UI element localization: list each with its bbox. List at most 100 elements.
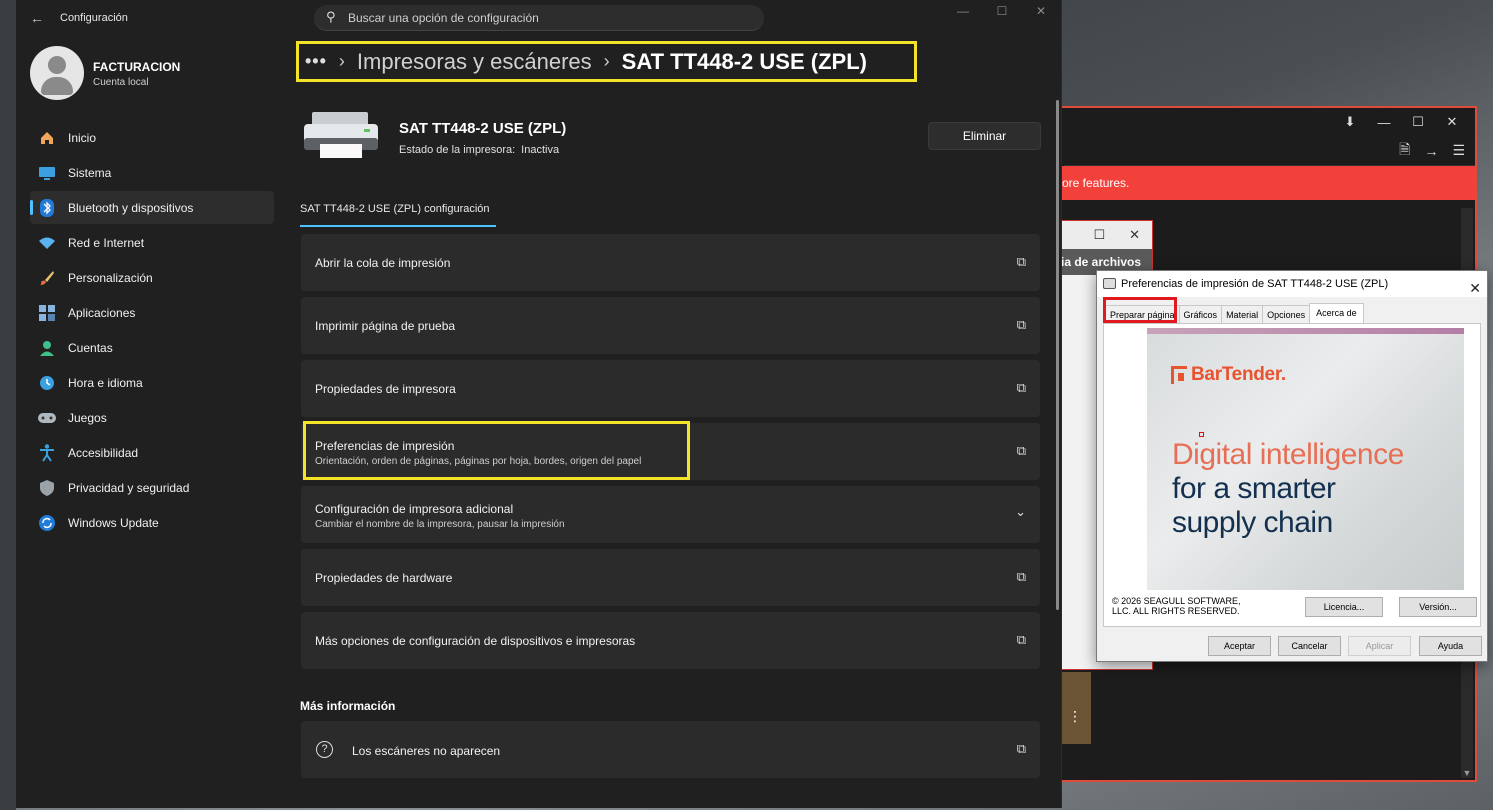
scroll-down-icon[interactable]: ▼ xyxy=(1461,768,1473,778)
sidebar-item-label: Personalización xyxy=(68,270,153,285)
sidebar-item-hora[interactable]: Hora e idioma xyxy=(30,366,274,399)
external-link-icon: ⧉ xyxy=(1016,741,1026,756)
printer-icon xyxy=(1103,278,1116,289)
chevron-right-icon: › xyxy=(603,51,610,71)
tab-opciones[interactable]: Opciones xyxy=(1262,305,1311,323)
tab-graficos[interactable]: Gráficos xyxy=(1178,305,1223,323)
clock-globe-icon xyxy=(38,374,56,392)
dialog-tabs: Preparar página Gráficos Material Opcion… xyxy=(1105,303,1364,323)
sidebar-item-label: Accesibilidad xyxy=(68,445,139,460)
help-button[interactable]: Ayuda xyxy=(1419,636,1482,656)
card-more-device-options[interactable]: Más opciones de configuración de disposi… xyxy=(301,612,1040,669)
card-print-test-page[interactable]: Imprimir página de prueba ⧉ xyxy=(301,297,1040,354)
card-print-preferences[interactable]: Preferencias de impresión Orientación, o… xyxy=(301,423,1040,480)
brand-name: BarTender. xyxy=(1191,364,1286,385)
card-hardware-properties[interactable]: Propiedades de hardware ⧉ xyxy=(301,549,1040,606)
sidebar-item-label: Sistema xyxy=(68,165,112,180)
sidebar-item-bluetooth[interactable]: Bluetooth y dispositivos xyxy=(30,191,274,224)
status-label: Estado de la impresora: xyxy=(399,144,516,156)
external-link-icon: ⧉ xyxy=(1016,317,1026,332)
remove-button[interactable]: Eliminar xyxy=(928,122,1041,150)
minimize-button[interactable]: — xyxy=(943,4,983,18)
apply-button[interactable]: Aplicar xyxy=(1348,636,1411,656)
sidebar-item-sistema[interactable]: Sistema xyxy=(30,156,274,189)
sidebar-item-privacidad[interactable]: Privacidad y seguridad xyxy=(30,471,274,504)
breadcrumb-overflow[interactable]: ••• xyxy=(305,51,327,72)
sidebar-item-cuentas[interactable]: Cuentas xyxy=(30,331,274,364)
sidebar-item-juegos[interactable]: Juegos xyxy=(30,401,274,434)
breadcrumb: ••• › Impresoras y escáneres › SAT TT448… xyxy=(296,41,917,82)
tab-acerca-de[interactable]: Acerca de xyxy=(1309,303,1364,323)
breadcrumb-printers[interactable]: Impresoras y escáneres xyxy=(357,49,592,75)
sidebar-item-red[interactable]: Red e Internet xyxy=(30,226,274,259)
avatar[interactable] xyxy=(30,46,84,100)
card-title: Más opciones de configuración de disposi… xyxy=(315,634,636,648)
cancel-button[interactable]: Cancelar xyxy=(1278,636,1341,656)
sidebar-item-personalizacion[interactable]: Personalización xyxy=(30,261,274,294)
wifi-icon xyxy=(38,234,56,252)
card-title: Propiedades de impresora xyxy=(315,382,456,396)
card-title: Abrir la cola de impresión xyxy=(315,256,451,270)
card-additional-config[interactable]: Configuración de impresora adicional Cam… xyxy=(301,486,1040,543)
tab-preparar-pagina[interactable]: Preparar página xyxy=(1105,305,1180,323)
close-button[interactable]: ✕ xyxy=(1021,4,1061,18)
accessibility-icon xyxy=(38,444,56,462)
maximize-button[interactable]: ☐ xyxy=(1401,114,1435,130)
scrollbar[interactable] xyxy=(1056,100,1059,610)
license-button[interactable]: Licencia... xyxy=(1305,597,1383,617)
printer-status: Estado de la impresora: Inactiva xyxy=(399,144,559,156)
external-link-icon: ⧉ xyxy=(1016,632,1026,647)
ok-button[interactable]: Aceptar xyxy=(1208,636,1271,656)
card-title: Los escáneres no aparecen xyxy=(352,744,501,758)
sidebar-item-label: Privacidad y seguridad xyxy=(68,480,190,495)
menu-icon[interactable]: ☰ xyxy=(1452,142,1465,159)
close-icon[interactable]: ✕ xyxy=(1469,275,1481,301)
card-title: Preferencias de impresión xyxy=(315,439,455,453)
card-subtitle: Orientación, orden de páginas, páginas p… xyxy=(315,456,642,467)
card-title: Imprimir página de prueba xyxy=(315,319,456,333)
maximize-button[interactable]: ☐ xyxy=(982,4,1022,18)
update-icon xyxy=(38,514,56,532)
close-button[interactable]: ✕ xyxy=(1435,114,1469,130)
search-box[interactable]: ⚲ xyxy=(314,5,764,31)
settings-card-list: Abrir la cola de impresión ⧉ Imprimir pá… xyxy=(301,234,1040,675)
card-open-queue[interactable]: Abrir la cola de impresión ⧉ xyxy=(301,234,1040,291)
home-icon xyxy=(38,129,56,147)
sidebar-item-label: Juegos xyxy=(68,410,107,425)
sidebar-item-label: Bluetooth y dispositivos xyxy=(68,200,194,215)
chevron-right-icon: › xyxy=(338,51,345,71)
tab-configuracion[interactable]: SAT TT448-2 USE (ZPL) configuración xyxy=(300,203,496,227)
help-icon: ? xyxy=(316,741,333,758)
desktop-edge xyxy=(0,0,16,810)
search-icon: ⚲ xyxy=(326,9,336,24)
card-title: Propiedades de hardware xyxy=(315,571,453,585)
page-icon[interactable]: 🗎 xyxy=(1399,139,1410,163)
go-arrow-icon[interactable]: → xyxy=(1424,143,1438,159)
download-icon[interactable]: ⬇ xyxy=(1333,114,1367,130)
minimize-button[interactable]: — xyxy=(1367,115,1401,130)
sidebar-item-label: Hora e idioma xyxy=(68,375,143,390)
close-button[interactable]: ✕ xyxy=(1129,227,1140,243)
card-scanners-missing[interactable]: ? Los escáneres no aparecen ⧉ xyxy=(301,721,1040,778)
user-name: FACTURACION xyxy=(93,60,181,74)
sidebar-item-windows-update[interactable]: Windows Update xyxy=(30,506,274,539)
more-info-heading: Más información xyxy=(300,699,396,713)
card-printer-properties[interactable]: Propiedades de impresora ⧉ xyxy=(301,360,1040,417)
sidebar-item-accesibilidad[interactable]: Accesibilidad xyxy=(30,436,274,469)
sidebar-item-aplicaciones[interactable]: Aplicaciones xyxy=(30,296,274,329)
copyright-text: © 2026 SEAGULL SOFTWARE, LLC. ALL RIGHTS… xyxy=(1112,596,1241,616)
version-button[interactable]: Versión... xyxy=(1399,597,1477,617)
more-options-icon[interactable]: ⋮ xyxy=(1068,708,1082,725)
search-input[interactable] xyxy=(348,8,748,28)
banner-line-3: supply chain xyxy=(1172,506,1333,539)
maximize-button[interactable]: ☐ xyxy=(1093,227,1105,243)
sidebar-item-inicio[interactable]: Inicio xyxy=(30,121,274,154)
back-arrow-icon[interactable]: ← xyxy=(30,10,44,26)
tab-material[interactable]: Material xyxy=(1221,305,1264,323)
external-link-icon: ⧉ xyxy=(1016,380,1026,395)
sidebar-item-label: Cuentas xyxy=(68,340,113,355)
external-link-icon: ⧉ xyxy=(1016,443,1026,458)
address-bar[interactable]: 🗎 → ☰ xyxy=(1064,136,1475,166)
bartender-logo-icon xyxy=(1171,366,1187,384)
marker-icon xyxy=(1199,432,1204,437)
